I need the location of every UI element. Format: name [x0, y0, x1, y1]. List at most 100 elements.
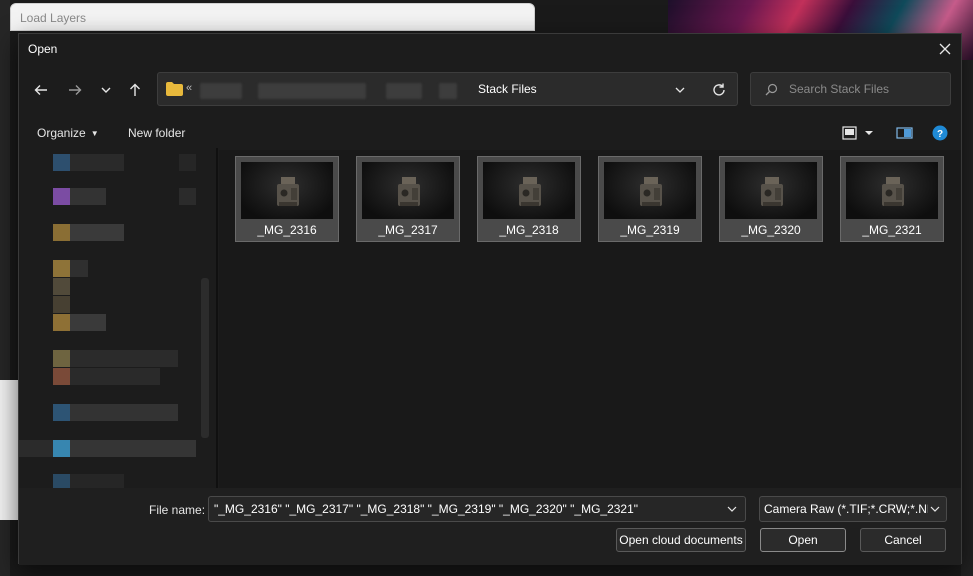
camera-image-icon [761, 177, 783, 206]
breadcrumb-current-folder[interactable]: Stack Files [478, 82, 537, 96]
redacted-label [70, 368, 160, 385]
redacted-path-segment [439, 83, 457, 99]
file-name: _MG_2317 [378, 223, 438, 237]
navigation-bar: « Stack Files [19, 64, 961, 112]
file-type-value: Camera Raw (*.TIF;*.CRW;*.NEF [764, 502, 928, 516]
file-list: _MG_2316 _MG_2317 _MG_2318 _MG_2319 _MG_… [219, 150, 961, 490]
nav-item[interactable] [53, 350, 70, 367]
help-button[interactable]: ? [932, 125, 948, 146]
folder-icon [166, 82, 183, 96]
chevron-down-icon[interactable] [672, 82, 688, 98]
svg-text:?: ? [937, 129, 943, 140]
navigation-pane-scrollbar[interactable] [201, 278, 209, 438]
open-dialog: Open « Stack Files Search Stack Files Or… [18, 33, 962, 565]
breadcrumb-overflow[interactable]: « [186, 82, 192, 94]
file-name-label: File name: [149, 503, 206, 517]
file-name: _MG_2316 [257, 223, 317, 237]
redacted-label [70, 260, 88, 277]
file-tile[interactable]: _MG_2321 [840, 156, 944, 242]
redacted-label [70, 440, 196, 457]
chevron-down-icon[interactable] [725, 502, 739, 516]
file-name: _MG_2318 [499, 223, 559, 237]
organize-label: Organize [37, 126, 86, 140]
organize-button[interactable]: Organize ▼ [37, 126, 99, 140]
redacted-path-segment [258, 83, 366, 99]
file-thumbnail [725, 162, 817, 219]
camera-image-icon [519, 177, 541, 206]
file-tile[interactable]: _MG_2319 [598, 156, 702, 242]
navigation-pane [19, 148, 212, 491]
redacted-path-segment [386, 83, 422, 99]
redacted-label [70, 314, 106, 331]
preview-pane-button[interactable] [896, 126, 913, 145]
refresh-icon[interactable] [711, 82, 727, 98]
change-view-button[interactable] [842, 126, 876, 145]
back-button[interactable] [29, 78, 53, 102]
redacted-label [70, 224, 124, 241]
file-thumbnail [362, 162, 454, 219]
redacted-label [179, 188, 196, 205]
search-input[interactable] [789, 80, 944, 98]
pane-divider[interactable] [216, 148, 218, 488]
nav-item[interactable] [53, 440, 70, 457]
search-box[interactable] [750, 72, 951, 106]
nav-item[interactable] [53, 296, 70, 313]
open-button[interactable]: Open [760, 528, 846, 552]
nav-item[interactable] [53, 260, 70, 277]
view-thumbnail-icon [842, 126, 873, 140]
nav-item[interactable] [53, 224, 70, 241]
arrow-right-icon [69, 85, 82, 95]
file-name: _MG_2321 [862, 223, 922, 237]
up-button[interactable] [123, 78, 147, 102]
nav-item[interactable] [53, 404, 70, 421]
new-folder-button[interactable]: New folder [128, 126, 185, 140]
redacted-label [70, 350, 178, 367]
open-cloud-documents-button[interactable]: Open cloud documents [616, 528, 746, 552]
nav-item[interactable] [53, 368, 70, 385]
camera-image-icon [398, 177, 420, 206]
dialog-titlebar: Open [19, 34, 961, 64]
address-bar[interactable]: « Stack Files [157, 72, 738, 106]
load-layers-window: Load Layers [10, 3, 535, 31]
file-name-field[interactable]: "_MG_2316" "_MG_2317" "_MG_2318" "_MG_23… [208, 496, 746, 522]
file-type-select[interactable]: Camera Raw (*.TIF;*.CRW;*.NEF [759, 496, 947, 522]
chevron-down-icon [930, 506, 940, 512]
file-thumbnail [604, 162, 696, 219]
close-icon [939, 43, 951, 55]
file-tile[interactable]: _MG_2317 [356, 156, 460, 242]
camera-image-icon [640, 177, 662, 206]
help-icon: ? [932, 125, 948, 141]
background-right-strip [961, 60, 973, 576]
file-tile[interactable]: _MG_2318 [477, 156, 581, 242]
caret-down-icon: ▼ [90, 129, 99, 138]
file-tile[interactable]: _MG_2316 [235, 156, 339, 242]
file-thumbnail [846, 162, 938, 219]
redacted-label [179, 154, 196, 171]
nav-item[interactable] [53, 188, 70, 205]
redacted-label [70, 404, 178, 421]
close-button[interactable] [933, 37, 957, 61]
forward-button[interactable] [63, 78, 87, 102]
nav-item[interactable] [53, 154, 70, 171]
camera-image-icon [277, 177, 299, 206]
redacted-label [70, 188, 106, 205]
arrow-left-icon [34, 85, 47, 95]
file-tile[interactable]: _MG_2320 [719, 156, 823, 242]
redacted-label [19, 440, 53, 457]
search-icon [765, 83, 778, 96]
nav-item[interactable] [53, 314, 70, 331]
load-layers-title: Load Layers [20, 11, 87, 25]
cancel-button[interactable]: Cancel [860, 528, 946, 552]
redacted-label [70, 154, 124, 171]
dialog-title: Open [28, 42, 58, 56]
background-panel [0, 380, 20, 520]
file-name: _MG_2320 [741, 223, 801, 237]
file-name-value: "_MG_2316" "_MG_2317" "_MG_2318" "_MG_23… [214, 502, 639, 516]
arrow-up-icon [130, 83, 140, 96]
redacted-path-segment [200, 83, 242, 99]
recent-locations-button[interactable] [94, 78, 118, 102]
nav-item[interactable] [53, 278, 70, 295]
file-thumbnail [241, 162, 333, 219]
file-thumbnail [483, 162, 575, 219]
command-bar: Organize ▼ New folder ? [19, 118, 961, 150]
